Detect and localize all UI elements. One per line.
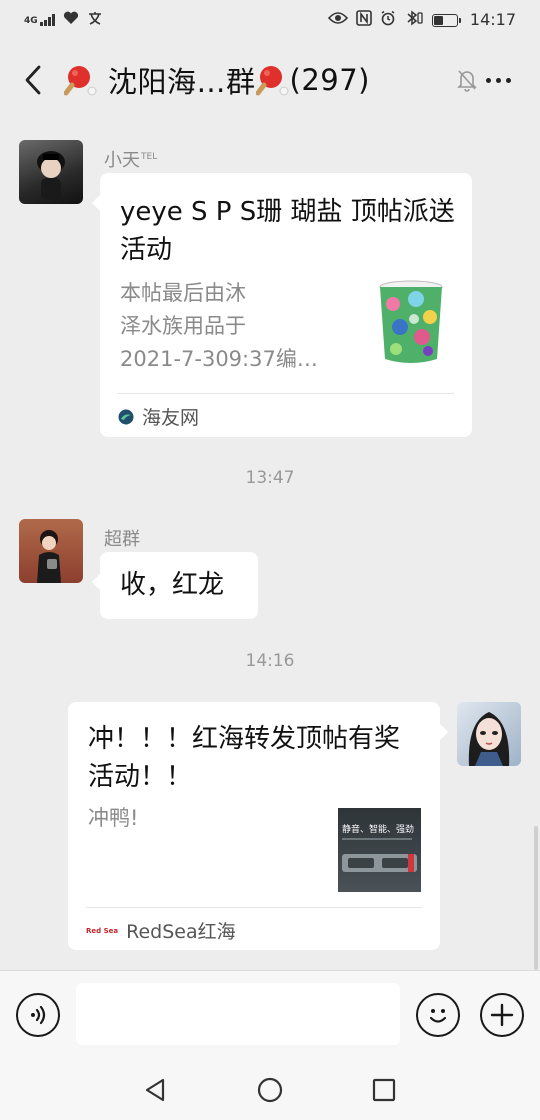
thumbnail-caption: 静音、智能、强劲	[342, 825, 415, 835]
alarm-icon	[380, 10, 396, 30]
card-description: 冲鸭!	[88, 806, 139, 830]
smiley-icon	[429, 1009, 447, 1023]
message-text: 收，红龙	[120, 570, 225, 600]
eye-icon	[327, 11, 348, 29]
card-title: yeye S P S珊 瑚盐 顶帖派送活动	[120, 197, 455, 265]
card-description: 本帖最后由沐 泽水族用品于 2021-7-309:37编…	[120, 281, 318, 371]
avatar[interactable]	[457, 702, 521, 766]
source-logo-icon	[118, 409, 134, 424]
system-nav-bar	[0, 1060, 540, 1120]
bluetooth-vibrate-icon	[404, 10, 424, 30]
card-source: Red Sea RedSea红海	[86, 921, 236, 943]
back-button[interactable]	[20, 60, 46, 100]
emoji-button[interactable]	[416, 993, 460, 1037]
card-title: 冲！！！红海转发顶帖有奖活动！！	[88, 724, 401, 792]
link-card-message[interactable]: 冲！！！红海转发顶帖有奖活动！！ 冲鸭! 静音、智能、强劲 Red Sea Re…	[68, 702, 448, 950]
member-count: (297)	[289, 63, 370, 97]
scroll-indicator[interactable]	[534, 826, 538, 970]
status-time: 14:17	[469, 10, 516, 29]
message-input[interactable]	[76, 983, 400, 1045]
card-thumbnail: 静音、智能、强劲	[338, 808, 421, 892]
card-thumbnail	[378, 279, 444, 365]
nav-home-icon[interactable]	[257, 1077, 283, 1103]
chevron-left-icon	[25, 65, 41, 95]
more-actions-button[interactable]	[480, 993, 524, 1037]
input-bar	[0, 970, 540, 1060]
muted-bell-icon	[457, 70, 477, 92]
sender-badge: TEL	[141, 152, 158, 162]
sender-name: 小天TEL	[104, 150, 158, 171]
status-bar: 4G 14:17	[0, 0, 540, 40]
sender-name: 超群	[104, 529, 140, 550]
nfc-icon	[356, 10, 372, 30]
voice-icon	[31, 1005, 46, 1025]
message-timestamp: 13:47	[245, 468, 295, 488]
nav-back-icon[interactable]	[143, 1077, 167, 1103]
ping-pong-icon	[64, 66, 97, 96]
translate-icon	[87, 10, 103, 30]
plus-icon	[490, 1003, 514, 1027]
message-timestamp: 14:16	[245, 651, 295, 671]
link-card-message[interactable]: yeye S P S珊 瑚盐 顶帖派送活动 本帖最后由沐 泽水族用品于 2021…	[92, 173, 472, 437]
heart-icon	[63, 11, 79, 29]
chat-title-text: 沈阳海…群	[108, 65, 256, 99]
ping-pong-icon	[255, 66, 289, 96]
chat-title[interactable]: 沈阳海…群 (297)	[64, 58, 370, 102]
battery-icon	[431, 13, 461, 27]
more-options-button[interactable]	[480, 70, 516, 90]
redsea-logo-icon: Red Sea	[86, 926, 119, 935]
avatar[interactable]	[19, 140, 83, 204]
nav-recents-icon[interactable]	[372, 1078, 396, 1102]
voice-input-button[interactable]	[16, 993, 60, 1037]
chat-header: 沈阳海…群 (297)	[0, 40, 540, 120]
network-signal-icon: 4G	[24, 14, 55, 26]
network-type-label: 4G	[24, 16, 38, 26]
text-message[interactable]: 收，红龙	[92, 552, 258, 619]
avatar[interactable]	[19, 519, 83, 583]
card-source: 海友网	[118, 403, 199, 430]
